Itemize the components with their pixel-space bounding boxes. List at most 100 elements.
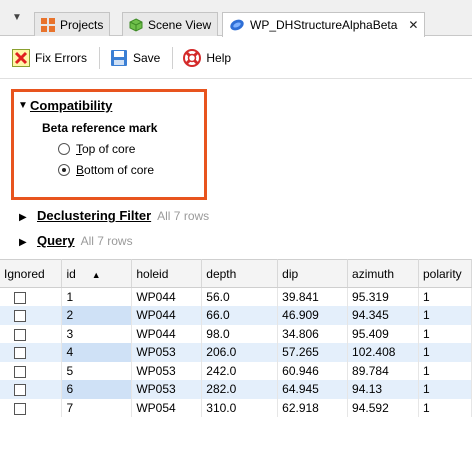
azimuth-cell[interactable]: 94.13 xyxy=(347,380,419,399)
depth-cell[interactable]: 310.0 xyxy=(201,398,279,417)
column-header-azimuth[interactable]: azimuth xyxy=(347,259,419,288)
ignored-checkbox[interactable] xyxy=(14,310,26,323)
column-header-label: id xyxy=(66,266,76,281)
depth-cell[interactable]: 56.0 xyxy=(201,287,279,306)
declustering-filter-header[interactable]: ▶ Declustering Filter All 7 rows xyxy=(19,208,209,223)
holeid-cell[interactable]: WP053 xyxy=(131,380,203,399)
id-cell[interactable]: 7 xyxy=(61,398,133,417)
depth-cell[interactable]: 206.0 xyxy=(201,343,279,362)
ignored-cell[interactable] xyxy=(0,306,63,325)
ignored-cell[interactable] xyxy=(0,287,63,306)
polarity-cell[interactable]: 1 xyxy=(418,306,472,325)
lifebuoy-icon xyxy=(183,48,202,67)
azimuth-cell[interactable]: 102.408 xyxy=(347,343,419,362)
dip-cell[interactable]: 60.946 xyxy=(277,361,349,380)
compatibility-header[interactable]: ▼ Compatibility xyxy=(18,98,204,113)
dip-cell[interactable]: 57.265 xyxy=(277,343,349,362)
dip-cell[interactable]: 34.806 xyxy=(277,324,349,343)
azimuth-cell[interactable]: 95.409 xyxy=(347,324,419,343)
radio-button[interactable] xyxy=(58,143,70,155)
holeid-cell[interactable]: WP054 xyxy=(131,398,203,417)
column-header-dip[interactable]: dip xyxy=(277,259,349,288)
depth-cell[interactable]: 98.0 xyxy=(201,324,279,343)
polarity-cell[interactable]: 1 xyxy=(418,287,472,306)
table-row[interactable]: 7 WP054 310.0 62.918 94.592 1 xyxy=(0,398,472,417)
fix-errors-button[interactable]: Fix Errors xyxy=(12,48,87,67)
azimuth-cell[interactable]: 94.345 xyxy=(347,306,419,325)
close-icon[interactable]: ✕ xyxy=(408,18,418,32)
structure-icon xyxy=(230,19,244,31)
help-button[interactable]: Help xyxy=(183,48,232,67)
column-header-ignored[interactable]: Ignored xyxy=(0,259,63,288)
ignored-checkbox[interactable] xyxy=(14,402,26,415)
azimuth-cell[interactable]: 95.319 xyxy=(347,287,419,306)
dip-cell[interactable]: 62.918 xyxy=(277,398,349,417)
help-label: Help xyxy=(206,50,232,65)
radio-bottom-of-core[interactable]: Bottom of core xyxy=(58,163,204,177)
error-x-icon xyxy=(12,48,30,67)
ignored-checkbox[interactable] xyxy=(14,365,26,378)
dip-cell[interactable]: 39.841 xyxy=(277,287,349,306)
id-cell[interactable]: 6 xyxy=(61,380,133,399)
radio-top-of-core[interactable]: Top of core xyxy=(58,142,204,156)
depth-cell[interactable]: 66.0 xyxy=(201,306,279,325)
radio-button-selected[interactable] xyxy=(58,164,70,176)
table-row[interactable]: 1 WP044 56.0 39.841 95.319 1 xyxy=(0,287,472,306)
azimuth-cell[interactable]: 89.784 xyxy=(347,361,419,380)
toolbar: Fix Errors Save Help xyxy=(0,37,472,79)
holeid-cell[interactable]: WP053 xyxy=(131,343,203,362)
id-cell[interactable]: 5 xyxy=(61,361,133,380)
azimuth-cell[interactable]: 94.592 xyxy=(347,398,419,417)
column-header-id[interactable]: id ▲ xyxy=(61,259,133,288)
tab-scene-view[interactable]: Scene View xyxy=(122,12,219,36)
column-header-holeid[interactable]: holeid xyxy=(131,259,203,288)
holeid-cell[interactable]: WP044 xyxy=(131,287,203,306)
radio-label: Top of core xyxy=(76,142,135,156)
table-row[interactable]: 6 WP053 282.0 64.945 94.13 1 xyxy=(0,380,472,399)
polarity-cell[interactable]: 1 xyxy=(418,343,472,362)
data-table: Ignored id ▲ holeid depth dip azimuth pol… xyxy=(0,259,472,417)
dip-cell[interactable]: 64.945 xyxy=(277,380,349,399)
tab-projects[interactable]: Projects xyxy=(34,12,111,36)
polarity-cell[interactable]: 1 xyxy=(418,398,472,417)
table-row[interactable]: 4 WP053 206.0 57.265 102.408 1 xyxy=(0,343,472,362)
projects-grid-icon xyxy=(41,17,55,32)
tab-list-dropdown-icon[interactable]: ▼ xyxy=(10,11,24,25)
collapsed-triangle-icon: ▶ xyxy=(19,237,27,248)
ignored-cell[interactable] xyxy=(0,380,63,399)
compatibility-title: Compatibility xyxy=(30,98,113,113)
depth-cell[interactable]: 282.0 xyxy=(201,380,279,399)
polarity-cell[interactable]: 1 xyxy=(418,380,472,399)
ignored-checkbox[interactable] xyxy=(14,347,26,360)
holeid-cell[interactable]: WP044 xyxy=(131,306,203,325)
depth-cell[interactable]: 242.0 xyxy=(201,361,279,380)
polarity-cell[interactable]: 1 xyxy=(418,324,472,343)
id-cell[interactable]: 3 xyxy=(61,324,133,343)
column-header-depth[interactable]: depth xyxy=(201,259,279,288)
tab-wp-dhstructure[interactable]: WP_DHStructureAlphaBeta ✕ xyxy=(222,12,426,37)
ignored-checkbox[interactable] xyxy=(14,328,26,341)
query-header[interactable]: ▶ Query All 7 rows xyxy=(19,233,133,248)
id-cell[interactable]: 4 xyxy=(61,343,133,362)
ignored-cell[interactable] xyxy=(0,398,63,417)
dip-cell[interactable]: 46.909 xyxy=(277,306,349,325)
table-row[interactable]: 2 WP044 66.0 46.909 94.345 1 xyxy=(0,306,472,325)
ignored-cell[interactable] xyxy=(0,343,63,362)
holeid-cell[interactable]: WP044 xyxy=(131,324,203,343)
ignored-cell[interactable] xyxy=(0,324,63,343)
tab-bar: ▼ Projects Scene View WP_DHStructureAlph… xyxy=(0,0,472,37)
table-row[interactable]: 3 WP044 98.0 34.806 95.409 1 xyxy=(0,324,472,343)
table-row[interactable]: 5 WP053 242.0 60.946 89.784 1 xyxy=(0,361,472,380)
ignored-cell[interactable] xyxy=(0,361,63,380)
query-count: All 7 rows xyxy=(80,234,133,248)
column-header-polarity[interactable]: polarity xyxy=(418,259,472,288)
holeid-cell[interactable]: WP053 xyxy=(131,361,203,380)
ignored-checkbox[interactable] xyxy=(14,384,26,397)
sort-ascending-icon: ▲ xyxy=(91,269,101,280)
polarity-cell[interactable]: 1 xyxy=(418,361,472,380)
cube-icon xyxy=(129,17,143,32)
save-button[interactable]: Save xyxy=(110,49,160,67)
id-cell[interactable]: 1 xyxy=(61,287,133,306)
ignored-checkbox[interactable] xyxy=(14,291,26,304)
id-cell[interactable]: 2 xyxy=(61,306,133,325)
